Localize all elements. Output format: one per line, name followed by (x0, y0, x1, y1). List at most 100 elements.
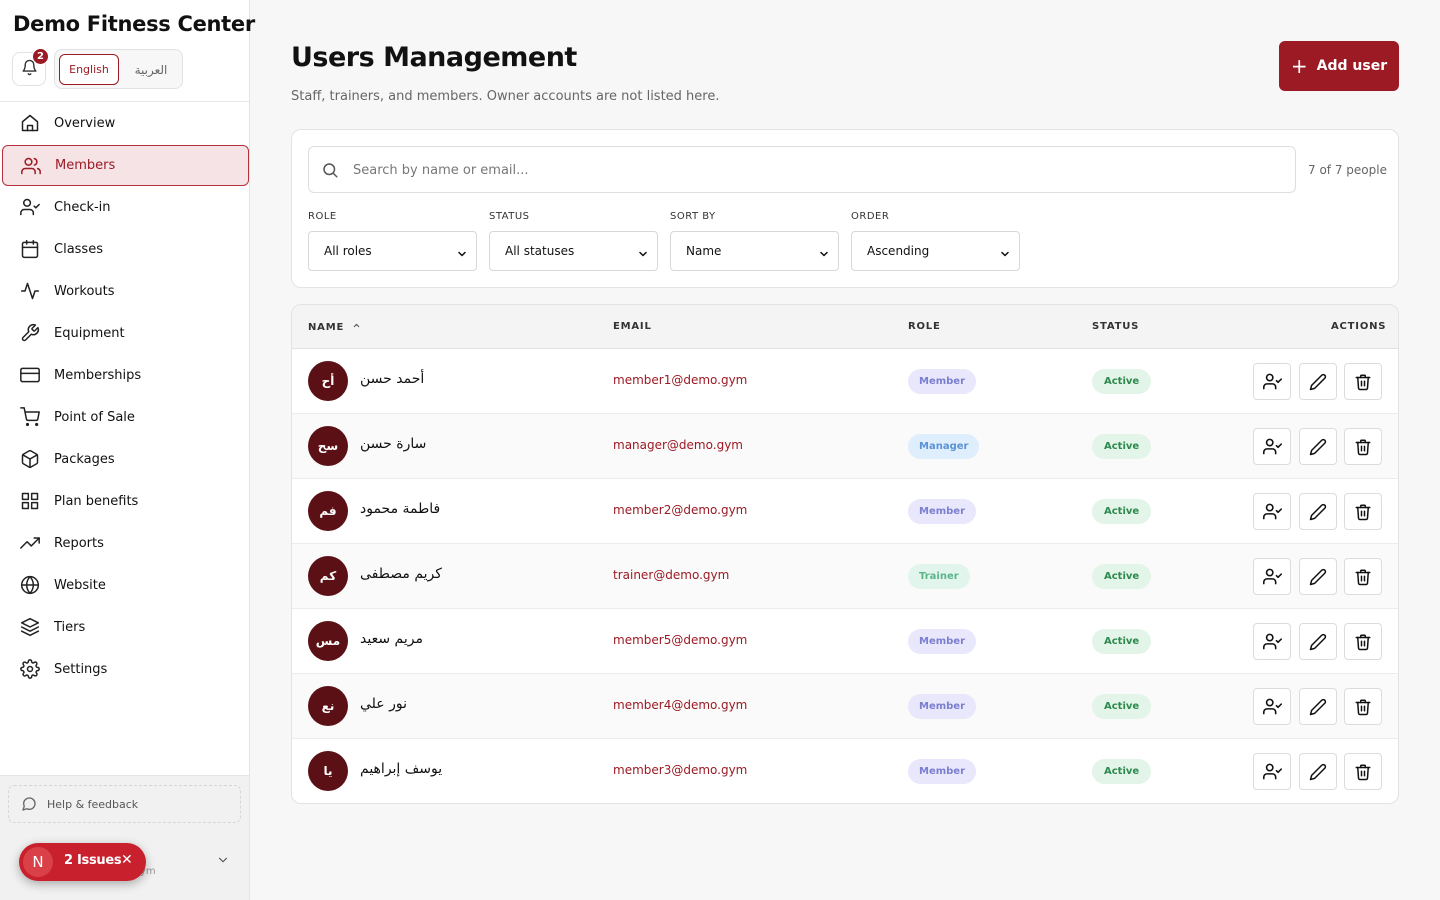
user-email[interactable]: manager@demo.gym (613, 438, 743, 452)
page-subtitle: Staff, trainers, and members. Owner acco… (291, 89, 720, 104)
sidebar-item-label: Overview (54, 116, 116, 131)
trash-icon (1354, 568, 1372, 586)
role-select[interactable]: All roles (308, 231, 477, 271)
avatar: أح (308, 361, 348, 401)
home-icon (20, 113, 40, 133)
user-email[interactable]: member5@demo.gym (613, 633, 747, 647)
column-name-header[interactable]: NAME (308, 321, 361, 333)
credit-card-icon (20, 365, 40, 385)
user-name: مريم سعيد (360, 631, 423, 647)
check-in-user-button[interactable] (1253, 753, 1291, 790)
sidebar-item-label: Plan benefits (54, 494, 139, 509)
issues-letter: N (23, 847, 53, 877)
sidebar-item-workouts[interactable]: Workouts (2, 271, 249, 312)
status-badge: Active (1092, 629, 1152, 654)
pencil-icon (1309, 698, 1327, 716)
lang-arabic-button[interactable]: العربية (123, 54, 179, 85)
check-in-user-button[interactable] (1253, 428, 1291, 465)
sidebar-item-packages[interactable]: Packages (2, 439, 249, 480)
sidebar-item-label: Workouts (54, 284, 115, 299)
delete-user-button[interactable] (1344, 428, 1382, 465)
table-row: سح سارة حسن manager@demo.gym Manager Act… (292, 414, 1398, 479)
edit-user-button[interactable] (1299, 688, 1337, 725)
add-user-button[interactable]: + Add user (1279, 41, 1399, 91)
user-email[interactable]: member1@demo.gym (613, 373, 747, 387)
delete-user-button[interactable] (1344, 688, 1382, 725)
delete-user-button[interactable] (1344, 558, 1382, 595)
sidebar-item-tiers[interactable]: Tiers (2, 607, 249, 648)
check-in-user-button[interactable] (1253, 363, 1291, 400)
notification-count-badge: 2 (32, 48, 49, 65)
delete-user-button[interactable] (1344, 493, 1382, 530)
search-box (308, 146, 1296, 193)
user-name: أحمد حسن (360, 371, 425, 387)
sidebar-item-settings[interactable]: Settings (2, 649, 249, 690)
sort-by-select[interactable]: Name (670, 231, 839, 271)
message-circle-icon (21, 796, 37, 816)
add-user-label: Add user (1316, 58, 1388, 74)
status-badge: Active (1092, 369, 1152, 394)
chevron-down-icon (637, 245, 649, 264)
delete-user-button[interactable] (1344, 753, 1382, 790)
trash-icon (1354, 438, 1372, 456)
sidebar-footer: Help & feedback ym (0, 775, 249, 900)
trending-up-icon (20, 533, 40, 553)
sidebar-item-equipment[interactable]: Equipment (2, 313, 249, 354)
check-in-user-button[interactable] (1253, 558, 1291, 595)
user-check-icon (1262, 567, 1282, 586)
sidebar-item-members[interactable]: Members (2, 145, 249, 186)
role-select-value: All roles (324, 244, 372, 258)
column-role-header: ROLE (908, 321, 941, 332)
close-icon[interactable]: ✕ (121, 852, 133, 868)
pencil-icon (1309, 373, 1327, 391)
pencil-icon (1309, 568, 1327, 586)
user-check-icon (1262, 697, 1282, 716)
column-status-header: STATUS (1092, 321, 1140, 332)
avatar: فم (308, 491, 348, 531)
user-name: سارة حسن (360, 436, 427, 452)
check-in-user-button[interactable] (1253, 623, 1291, 660)
check-in-user-button[interactable] (1253, 688, 1291, 725)
pencil-icon (1309, 438, 1327, 456)
delete-user-button[interactable] (1344, 363, 1382, 400)
sidebar-item-check-in[interactable]: Check-in (2, 187, 249, 228)
edit-user-button[interactable] (1299, 623, 1337, 660)
column-email-header: EMAIL (613, 321, 652, 332)
sidebar-item-label: Check-in (54, 200, 111, 215)
delete-user-button[interactable] (1344, 623, 1382, 660)
sidebar-item-plan-benefits[interactable]: Plan benefits (2, 481, 249, 522)
help-feedback-button[interactable]: Help & feedback (8, 785, 241, 823)
status-badge: Active (1092, 499, 1152, 524)
sidebar-item-overview[interactable]: Overview (2, 103, 249, 144)
order-select[interactable]: Ascending (851, 231, 1020, 271)
edit-user-button[interactable] (1299, 753, 1337, 790)
lang-english-button[interactable]: English (59, 54, 119, 85)
edit-user-button[interactable] (1299, 428, 1337, 465)
user-check-icon (1262, 502, 1282, 521)
role-badge: Member (908, 499, 977, 524)
user-name: فاطمة محمود (360, 501, 441, 517)
user-email[interactable]: member4@demo.gym (613, 698, 747, 712)
edit-user-button[interactable] (1299, 558, 1337, 595)
check-in-user-button[interactable] (1253, 493, 1291, 530)
status-filter-label: STATUS (489, 211, 530, 222)
issues-indicator[interactable]: N 2 Issues ✕ (19, 843, 146, 881)
role-badge: Member (908, 694, 977, 719)
edit-user-button[interactable] (1299, 493, 1337, 530)
users-icon (21, 156, 41, 176)
sidebar-divider (0, 101, 249, 102)
chevron-down-icon[interactable] (216, 852, 230, 871)
sidebar-item-reports[interactable]: Reports (2, 523, 249, 564)
sidebar-item-point-of-sale[interactable]: Point of Sale (2, 397, 249, 438)
status-select[interactable]: All statuses (489, 231, 658, 271)
sidebar-item-classes[interactable]: Classes (2, 229, 249, 270)
edit-user-button[interactable] (1299, 363, 1337, 400)
sidebar-item-memberships[interactable]: Memberships (2, 355, 249, 396)
user-name: كريم مصطفى (360, 566, 442, 582)
user-email[interactable]: member2@demo.gym (613, 503, 747, 517)
search-input[interactable] (353, 159, 1273, 181)
user-email[interactable]: member3@demo.gym (613, 763, 747, 777)
column-name-label: NAME (308, 322, 345, 333)
user-email[interactable]: trainer@demo.gym (613, 568, 729, 582)
sidebar-item-website[interactable]: Website (2, 565, 249, 606)
